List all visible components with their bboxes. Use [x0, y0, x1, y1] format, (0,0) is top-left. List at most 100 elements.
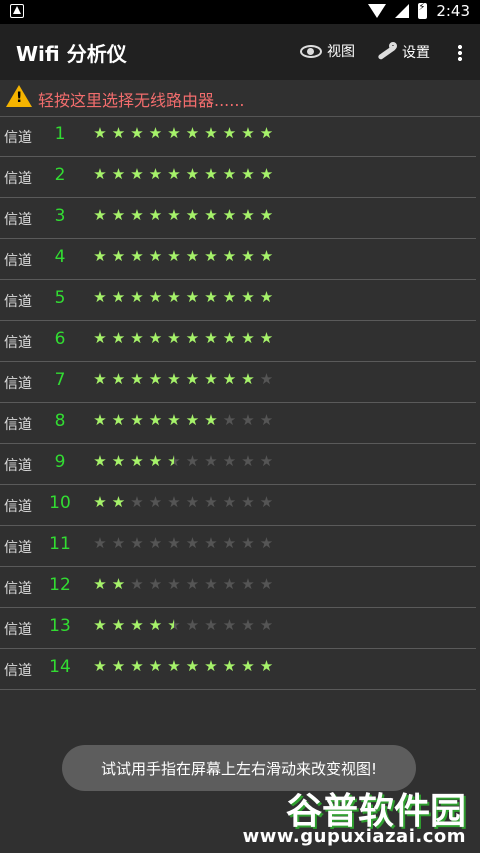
channel-rating-stars: ★ ★ ★ ★ ★ ★ ★ ★ ★ ★	[93, 165, 274, 183]
star-icon: ★	[130, 534, 144, 552]
more-options-icon[interactable]	[458, 44, 462, 62]
star-icon: ★	[204, 370, 218, 388]
star-icon: ★	[259, 165, 274, 183]
star-icon: ★	[204, 616, 218, 634]
star-icon: ★	[185, 329, 200, 347]
star-icon: ★	[111, 247, 126, 265]
star-icon: ★	[241, 288, 255, 306]
channel-label: 信道	[4, 663, 32, 679]
star-icon: ★	[241, 329, 255, 347]
watermark-logo: 谷普软件园 www.gupuxiazai.com	[226, 782, 466, 852]
star-icon: ★	[130, 657, 144, 675]
channel-label: 信道	[4, 458, 32, 474]
star-icon: ★	[148, 575, 163, 593]
channel-number: 1	[54, 124, 66, 144]
star-icon: ★	[222, 124, 237, 142]
channel-number: 3	[54, 206, 66, 226]
star-icon: ★	[148, 370, 163, 388]
wrench-icon	[375, 41, 397, 63]
settings-label: 设置	[402, 45, 430, 61]
channel-number: 9	[54, 452, 66, 472]
battery-charging-icon	[418, 2, 428, 19]
wifi-status-icon	[368, 4, 387, 18]
star-icon: ★	[185, 247, 200, 265]
star-icon: ★	[111, 575, 126, 593]
star-icon: ★	[185, 657, 200, 675]
star-icon: ★	[204, 329, 218, 347]
star-icon: ★	[204, 657, 218, 675]
star-icon: ★	[185, 575, 200, 593]
status-icons: 2:43	[368, 2, 470, 20]
channel-row: 信道 6 ★ ★ ★ ★ ★ ★ ★ ★ ★ ★	[0, 321, 476, 362]
settings-button[interactable]: 设置	[375, 41, 430, 63]
star-icon: ★	[185, 493, 200, 511]
channel-rating-stars: ★ ★ ★ ★ ★ ★ ★ ★ ★ ★	[93, 454, 274, 469]
channel-number: 7	[54, 370, 66, 390]
channel-row: 信道 13 ★ ★ ★ ★ ★ ★ ★ ★ ★ ★	[0, 608, 476, 649]
star-icon: ★	[241, 247, 255, 265]
channel-rating-stars: ★ ★ ★ ★ ★ ★ ★ ★ ★ ★	[93, 534, 274, 552]
star-icon: ★	[241, 616, 255, 634]
star-icon: ★	[130, 616, 144, 634]
channel-rating-list: 信道 1 ★ ★ ★ ★ ★ ★ ★ ★ ★ ★ 信道 2 ★ ★ ★ ★ ★ ★ ★ ★ ★ ★ 信道 3 ★ ★ ★ ★ ★ ★ ★ ★ ★ ★ 信…	[0, 116, 480, 690]
star-icon: ★	[241, 411, 255, 429]
star-icon: ★	[222, 534, 237, 552]
channel-row: 信道 8 ★ ★ ★ ★ ★ ★ ★ ★ ★ ★	[0, 403, 476, 444]
star-icon: ★	[148, 329, 163, 347]
star-icon: ★	[93, 575, 107, 593]
star-icon: ★	[111, 165, 126, 183]
channel-number: 10	[49, 493, 71, 513]
star-icon: ★	[222, 493, 237, 511]
star-icon: ★	[111, 411, 126, 429]
channel-rating-stars: ★ ★ ★ ★ ★ ★ ★ ★ ★ ★	[93, 493, 274, 511]
star-icon: ★	[204, 247, 218, 265]
star-icon: ★	[204, 534, 218, 552]
channel-number: 6	[54, 329, 66, 349]
channel-rating-stars: ★ ★ ★ ★ ★ ★ ★ ★ ★ ★	[93, 657, 274, 675]
star-icon: ★	[204, 575, 218, 593]
star-icon: ★	[148, 493, 163, 511]
status-time: 2:43	[436, 2, 470, 20]
channel-label: 信道	[4, 253, 32, 269]
star-icon: ★	[167, 534, 181, 552]
star-icon: ★	[111, 493, 126, 511]
star-icon: ★	[111, 616, 126, 634]
channel-label: 信道	[4, 499, 32, 515]
watermark-url: www.gupuxiazai.com	[242, 826, 466, 847]
channel-number: 4	[54, 247, 66, 267]
star-icon: ★	[148, 534, 163, 552]
star-icon: ★	[241, 657, 255, 675]
star-icon: ★	[259, 124, 274, 142]
star-icon: ★	[111, 329, 126, 347]
star-icon: ★	[222, 575, 237, 593]
star-icon: ★	[148, 411, 163, 429]
star-icon: ★	[167, 411, 181, 429]
star-icon: ★	[185, 206, 200, 224]
channel-row: 信道 14 ★ ★ ★ ★ ★ ★ ★ ★ ★ ★	[0, 649, 476, 690]
star-icon: ★	[130, 247, 144, 265]
star-icon: ★	[111, 657, 126, 675]
channel-number: 11	[49, 534, 71, 554]
star-icon: ★	[185, 411, 200, 429]
channel-rating-stars: ★ ★ ★ ★ ★ ★ ★ ★ ★ ★	[93, 206, 274, 224]
star-icon: ★	[259, 370, 274, 388]
star-icon: ★	[222, 657, 237, 675]
channel-label: 信道	[4, 540, 32, 556]
router-select-bar[interactable]: 轻按这里选择无线路由器......	[0, 80, 480, 117]
channel-number: 13	[49, 616, 71, 636]
star-icon: ★	[259, 288, 274, 306]
star-icon: ★	[148, 247, 163, 265]
eye-icon	[300, 44, 322, 58]
star-icon: ★	[167, 575, 181, 593]
channel-row: 信道 5 ★ ★ ★ ★ ★ ★ ★ ★ ★ ★	[0, 280, 476, 321]
channel-row: 信道 2 ★ ★ ★ ★ ★ ★ ★ ★ ★ ★	[0, 157, 476, 198]
star-icon: ★	[148, 124, 163, 142]
channel-rating-stars: ★ ★ ★ ★ ★ ★ ★ ★ ★ ★	[93, 616, 274, 634]
star-icon: ★	[204, 493, 218, 511]
star-icon: ★	[222, 165, 237, 183]
star-icon: ★	[259, 575, 274, 593]
star-icon: ★	[111, 124, 126, 142]
channel-number: 5	[54, 288, 66, 308]
star-icon: ★	[259, 411, 274, 429]
view-button[interactable]: 视图	[300, 41, 355, 61]
